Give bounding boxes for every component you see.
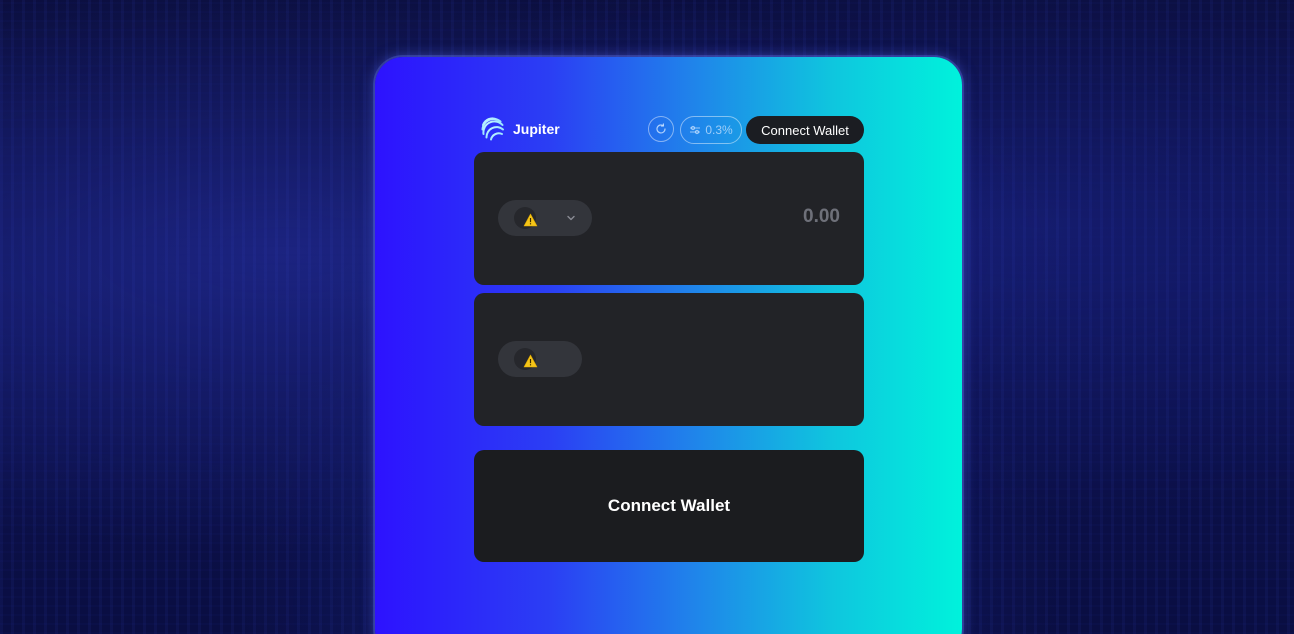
warning-icon	[523, 213, 538, 227]
sliders-icon	[690, 125, 701, 135]
to-token-selector[interactable]	[498, 341, 582, 377]
jupiter-logo-icon	[481, 117, 504, 141]
refresh-icon	[656, 123, 666, 134]
to-token-panel	[474, 293, 864, 426]
chevron-down-icon	[567, 215, 575, 221]
from-token-panel: 0.00	[474, 152, 864, 285]
slippage-settings-button[interactable]: 0.3%	[680, 116, 742, 144]
main-connect-wallet-button[interactable]: Connect Wallet	[474, 450, 864, 562]
slippage-value: 0.3%	[705, 123, 733, 137]
brand-name: Jupiter	[513, 121, 560, 137]
refresh-button[interactable]	[648, 116, 674, 142]
brand[interactable]: Jupiter	[481, 117, 560, 141]
header-connect-wallet-button[interactable]: Connect Wallet	[746, 116, 864, 144]
from-token-selector[interactable]	[498, 200, 592, 236]
swap-header: Jupiter 0.3% Connect Wallet	[481, 116, 864, 144]
from-amount-input[interactable]: 0.00	[803, 206, 840, 228]
warning-icon	[523, 354, 538, 368]
